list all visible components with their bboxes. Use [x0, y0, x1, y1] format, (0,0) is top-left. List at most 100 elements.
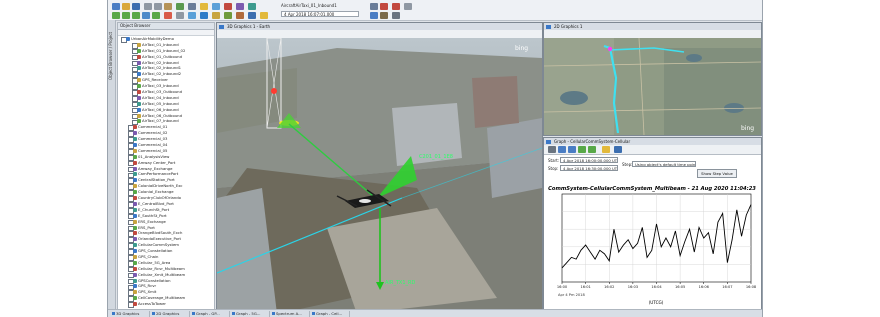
taskbar-tab-label: Graph - Cell... [316, 311, 343, 316]
properties-icon[interactable] [188, 3, 196, 10]
insert-object-icon[interactable] [200, 3, 208, 10]
tree-item-type-icon [133, 154, 137, 159]
terrain-icon[interactable] [380, 12, 388, 19]
sidebar-vertical-tab[interactable]: Object Browser / Project [108, 20, 116, 317]
tree-item-type-icon [137, 113, 141, 118]
vehicle-marker[interactable] [607, 46, 613, 52]
taskbar-tab[interactable]: Spectrum A... [271, 311, 310, 317]
view-3d-window[interactable]: 3D Graphics 1 - Earth C201_01_1E8 AIR_TX… [216, 22, 543, 315]
measure-icon[interactable] [404, 3, 412, 10]
flag-icon[interactable] [392, 3, 400, 10]
x-tick-label: 16:02 [604, 285, 614, 289]
access-icon[interactable] [224, 12, 232, 19]
view-2d-title: 2D Graphics 1 [544, 23, 761, 30]
x-axis-label: (UTCG) [649, 300, 664, 305]
tree-item-type-icon [137, 42, 141, 47]
zoom-in-icon[interactable] [558, 146, 566, 153]
options-icon[interactable] [602, 146, 610, 153]
view-2d-window[interactable]: 2D Graphics 1 bing [543, 22, 762, 136]
tree-item-type-icon [133, 125, 137, 130]
analysis-icon[interactable] [236, 3, 244, 10]
camera-icon[interactable] [370, 3, 378, 10]
taskbar-tab[interactable]: Graph - GP... [191, 311, 230, 317]
window-taskbar: 3D Graphics 2D Graphics Graph - GP... Graph… [108, 309, 762, 317]
report-icon[interactable] [212, 3, 220, 10]
refresh-icon[interactable] [588, 146, 596, 153]
x-tick-label: 16:06 [699, 285, 710, 289]
paste-icon[interactable] [164, 3, 172, 10]
tree-item-type-icon [137, 90, 141, 95]
timeline-icon[interactable] [248, 3, 256, 10]
tree-item-type-icon [133, 278, 137, 283]
step-mode-field[interactable]: Using object's default time points [632, 161, 696, 167]
coverage-icon[interactable] [236, 12, 244, 19]
taskbar-tab-label: Spectrum A... [276, 311, 302, 316]
window-icon [272, 312, 275, 315]
stop-time-field[interactable]: 4 Apr 2018 16:30:00.000 UTCG [560, 165, 618, 171]
comm-icon[interactable] [248, 12, 256, 19]
graph-toolbar [544, 145, 761, 155]
tree-item-type-icon [137, 95, 141, 100]
realtime-icon[interactable] [164, 12, 172, 19]
window-icon [546, 24, 551, 29]
save-icon[interactable] [132, 3, 140, 10]
lighting-icon[interactable] [260, 12, 268, 19]
taskbar-tab[interactable]: Graph - Cell... [311, 311, 350, 317]
tree-item-type-icon [133, 254, 137, 259]
play-icon[interactable] [132, 12, 140, 19]
copy-icon[interactable] [154, 3, 162, 10]
sensor-icon[interactable] [212, 12, 220, 19]
taskbar-tab[interactable]: Graph - 5G... [231, 311, 270, 317]
tree-item-type-icon [137, 72, 141, 77]
globe-icon[interactable] [200, 12, 208, 19]
show-step-value-button[interactable]: Show Step Value [697, 169, 737, 178]
step-forward-icon[interactable] [152, 12, 160, 19]
tree-item-type-icon [137, 119, 141, 124]
tree-item-type-icon [133, 201, 137, 206]
step-back-icon[interactable] [122, 12, 130, 19]
layers-icon[interactable] [370, 12, 378, 19]
scene-3d[interactable]: C201_01_1E8 AIR_TX1_RD bing [217, 38, 542, 314]
tree-item-type-icon [133, 290, 137, 295]
tree-item-type-icon [133, 131, 137, 136]
x-tick-label: 16:00 [557, 285, 568, 289]
taskbar-tab[interactable]: 2D Graphics [151, 311, 190, 317]
x-tick-label: 16:08 [746, 285, 757, 289]
tree-item-type-icon [133, 225, 137, 230]
tree-item[interactable]: AccessToTower [118, 301, 214, 308]
building-tall [472, 76, 519, 128]
map-2d[interactable]: bing [544, 38, 761, 135]
object-browser-title: Object Browser [118, 23, 214, 30]
record-icon[interactable] [380, 3, 388, 10]
line-chart: CommSystem-CellularCommSystem_Multibeam … [548, 186, 757, 313]
tree-item-type-icon [133, 272, 137, 277]
tree-item-type-icon [137, 101, 141, 106]
zoom-icon[interactable] [176, 12, 184, 19]
tree-item-type-icon [133, 207, 137, 212]
settings-icon[interactable] [392, 12, 400, 19]
graph-window-title: Graph - CellularCommSystem-Cellular [544, 138, 761, 145]
print-icon[interactable] [548, 146, 556, 153]
graph-window[interactable]: Graph - CellularCommSystem-Cellular Star… [543, 137, 762, 315]
export-icon[interactable] [578, 146, 586, 153]
open-icon[interactable] [122, 3, 130, 10]
tree-item-type-icon [137, 66, 141, 71]
pause-icon[interactable] [142, 12, 150, 19]
graph-icon[interactable] [224, 3, 232, 10]
new-scenario-icon[interactable] [112, 3, 120, 10]
taskbar-tab[interactable]: 3D Graphics [111, 311, 150, 317]
window-icon [112, 312, 115, 315]
help-icon[interactable] [614, 146, 622, 153]
object-browser: Object Browser UrbanAirMobilityDemo AirTa… [117, 22, 215, 317]
reset-animation-icon[interactable] [112, 12, 120, 19]
cut-icon[interactable] [144, 3, 152, 10]
object-tree: UrbanAirMobilityDemo AirTaxi_01_Inbound Ai… [118, 36, 214, 308]
undo-icon[interactable] [176, 3, 184, 10]
view-from-icon[interactable] [188, 12, 196, 19]
start-time-field[interactable]: 4 Apr 2018 16:00:00.000 UTCG [560, 157, 618, 163]
tree-item-type-icon [133, 143, 137, 148]
tree-item-type-icon [137, 84, 141, 89]
selected-object-name[interactable]: AircraftAirTaxi_01_Inbound1 [281, 3, 337, 8]
animation-time-field[interactable]: 4 Apr 2018 16:07:01.000 [281, 11, 359, 17]
zoom-out-icon[interactable] [568, 146, 576, 153]
